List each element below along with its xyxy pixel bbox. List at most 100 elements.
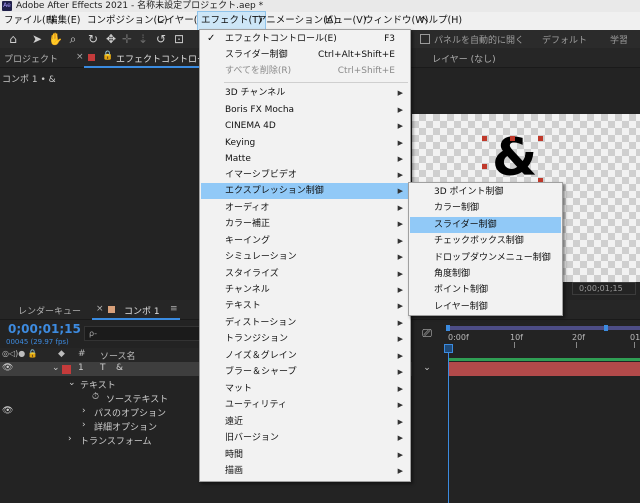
rotation-tool-icon[interactable]: ↺ [154, 32, 168, 46]
menu-item-category[interactable]: オーディオ ▶ [201, 200, 409, 216]
menu-item-category[interactable]: Keying ▶ [201, 135, 409, 151]
current-time-indicator[interactable] [448, 346, 449, 503]
menu-item-category[interactable]: Matte ▶ [201, 151, 409, 167]
menu-item-checkbox-control[interactable]: チェックボックス制御 [410, 233, 561, 249]
panel-menu-icon[interactable]: ≡ [170, 304, 178, 314]
menu-item-category[interactable]: CINEMA 4D ▶ [201, 118, 409, 134]
menu-item-label: カラー制御 [434, 203, 480, 213]
menu-item-category[interactable]: カラー補正 ▶ [201, 216, 409, 232]
chevron-right-icon[interactable]: › [82, 406, 86, 416]
stopwatch-icon[interactable]: ⏱ [92, 392, 99, 402]
menu-item-category[interactable]: 3D チャンネル ▶ [201, 85, 409, 101]
chevron-down-icon[interactable]: ⌄ [52, 363, 60, 373]
pan-tool-icon[interactable]: ✛ [120, 32, 134, 46]
playhead-icon[interactable] [444, 344, 453, 353]
close-icon[interactable]: × [96, 304, 104, 314]
chevron-down-icon[interactable]: ⌄ [68, 378, 76, 388]
menu-item-category[interactable]: スタイライズ ▶ [201, 266, 409, 282]
layer-duration-bar[interactable] [448, 362, 640, 376]
menu-item-expression-controls[interactable]: エクスプレッション制御 ▶ [201, 183, 409, 199]
menu-item-category[interactable]: 描画 ▶ [201, 463, 409, 479]
menu-separator [224, 82, 408, 83]
chevron-right-icon[interactable]: › [68, 434, 72, 444]
chevron-right-icon: ▶ [397, 187, 403, 195]
menu-item-label: 遠近 [225, 417, 244, 427]
bounding-handle[interactable] [482, 136, 487, 141]
bounding-handle[interactable] [510, 136, 515, 141]
menu-item-slider-control[interactable]: スライダー制御 [410, 217, 561, 233]
tab-comp[interactable]: コンポ 1 [124, 304, 160, 317]
menu-item-label: すべてを削除(R) [225, 66, 292, 76]
column-source-name[interactable]: ソース名 [100, 349, 136, 362]
tab-project[interactable]: プロジェクト [4, 52, 58, 65]
comp-flowchart-icon[interactable]: ⎚ [420, 326, 434, 340]
property-label: テキスト [80, 381, 116, 391]
close-icon[interactable]: × [76, 52, 84, 62]
tab-render-queue[interactable]: レンダーキュー [18, 304, 81, 317]
menu-item-category[interactable]: 遠近 ▶ [201, 414, 409, 430]
menu-item-slider-control[interactable]: スライダー制御 Ctrl+Alt+Shift+E [201, 47, 409, 63]
menu-help[interactable]: ヘルプ(H) [416, 12, 465, 30]
time-ruler[interactable]: 0:00f 10f 20f 01 [444, 330, 640, 348]
current-time-display[interactable]: 0;00;01;15 [8, 322, 81, 336]
rotate-tool-icon[interactable]: ↻ [86, 32, 100, 46]
menu-item-remove-all[interactable]: すべてを削除(R) Ctrl+Shift+E [201, 63, 409, 79]
timeline-search-input[interactable]: ρ- [84, 326, 202, 341]
menu-item-label: ディストーション [225, 318, 297, 328]
menu-item-effect-controls[interactable]: ✓ エフェクトコントロール(E) F3 [201, 31, 409, 47]
menu-item-category[interactable]: シミュレーション ▶ [201, 249, 409, 265]
menu-item-label: チェックボックス制御 [434, 236, 524, 246]
menu-item-category[interactable]: イマーシブビデオ ▶ [201, 167, 409, 183]
ruler-tick [514, 342, 515, 348]
menu-item-category[interactable]: ノイズ＆グレイン ▶ [201, 348, 409, 364]
menu-item-category[interactable]: ディストーション ▶ [201, 315, 409, 331]
menu-item-3d-point-control[interactable]: 3D ポイント制御 [410, 184, 561, 200]
menu-item-label: Keying [225, 138, 256, 148]
eye-icon[interactable]: 👁 [2, 406, 13, 416]
tab-layer[interactable]: レイヤー (なし) [432, 52, 496, 65]
workspace-default[interactable]: デフォルト [542, 33, 587, 46]
chevron-down-icon[interactable]: ⌄ [420, 361, 434, 375]
menu-item-category[interactable]: トランジション ▶ [201, 331, 409, 347]
label-color-icon[interactable] [62, 365, 71, 374]
menu-item-category[interactable]: 旧バージョン ▶ [201, 430, 409, 446]
menu-item-label: 旧バージョン [225, 433, 279, 443]
menu-item-angle-control[interactable]: 角度制御 [410, 266, 561, 282]
menu-item-label: 時間 [225, 450, 244, 460]
chevron-right-icon[interactable]: › [82, 420, 86, 430]
auto-open-panels-checkbox[interactable] [420, 34, 430, 44]
menu-item-dropdown-control[interactable]: ドロップダウンメニュー制御 [410, 250, 561, 266]
bounding-handle[interactable] [538, 136, 543, 141]
dolly-tool-icon[interactable]: ⇣ [136, 32, 150, 46]
menu-item-category[interactable]: 時間 ▶ [201, 447, 409, 463]
menu-item-category[interactable]: ブラー＆シャープ ▶ [201, 364, 409, 380]
layer-name[interactable]: & [116, 363, 123, 373]
menu-bar: ファイル(F) 編集(E) コンポジション(C) レイヤー(L) エフェクト(T… [0, 11, 640, 31]
chevron-right-icon: ▶ [397, 253, 403, 261]
menu-item-category[interactable]: ユーティリティ ▶ [201, 397, 409, 413]
menu-item-category[interactable]: キーイング ▶ [201, 233, 409, 249]
anchor-tool-icon[interactable]: ⊡ [172, 32, 186, 46]
orbit-tool-icon[interactable]: ✥ [104, 32, 118, 46]
menu-item-category[interactable]: テキスト ▶ [201, 298, 409, 314]
viewer-timecode[interactable]: 0;00;01;15 [572, 282, 636, 295]
frame-info: 00045 (29.97 fps) [6, 338, 69, 346]
menu-item-color-control[interactable]: カラー制御 [410, 200, 561, 216]
eye-icon[interactable]: 👁 [2, 363, 13, 373]
hand-tool-icon[interactable]: ✋ [48, 32, 63, 46]
menu-item-label: イマーシブビデオ [225, 170, 297, 180]
chevron-right-icon: ▶ [397, 89, 403, 97]
menu-item-point-control[interactable]: ポイント制御 [410, 282, 561, 298]
menu-item-category[interactable]: Boris FX Mocha ▶ [201, 102, 409, 118]
menu-edit[interactable]: 編集(E) [45, 12, 83, 30]
zoom-tool-icon[interactable]: ⌕ [66, 32, 80, 46]
workspace-learn[interactable]: 学習 [610, 33, 628, 46]
lock-icon[interactable]: 🔒 [102, 51, 113, 61]
menu-item-layer-control[interactable]: レイヤー制御 [410, 299, 561, 315]
menu-item-category[interactable]: マット ▶ [201, 381, 409, 397]
menu-item-category[interactable]: チャンネル ▶ [201, 282, 409, 298]
home-icon[interactable]: ⌂ [6, 32, 20, 46]
label-icon: ◆ [58, 349, 65, 359]
selection-tool-icon[interactable]: ➤ [30, 32, 44, 46]
bounding-handle[interactable] [482, 164, 487, 169]
